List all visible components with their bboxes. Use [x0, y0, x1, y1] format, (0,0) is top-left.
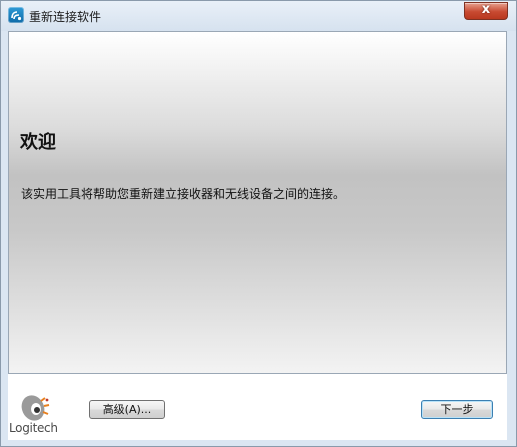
logo-text: Logitech [9, 421, 58, 435]
close-icon: x [481, 2, 491, 17]
content-panel: 欢迎 该实用工具将帮助您重新建立接收器和无线设备之间的连接。 [8, 31, 507, 374]
advanced-button[interactable]: 高级(A)... [89, 400, 165, 419]
next-button[interactable]: 下一步 [421, 400, 493, 419]
title-bar[interactable]: 重新连接软件 x [1, 1, 516, 31]
close-button[interactable]: x [464, 2, 508, 20]
logitech-logo-mark [21, 395, 50, 421]
logitech-connect-icon [8, 7, 24, 23]
window-title: 重新连接软件 [29, 10, 102, 24]
page-title: 欢迎 [20, 132, 56, 153]
logitech-logo: Logitech [9, 388, 69, 438]
page-description: 该实用工具将帮助您重新建立接收器和无线设备之间的连接。 [21, 187, 346, 201]
